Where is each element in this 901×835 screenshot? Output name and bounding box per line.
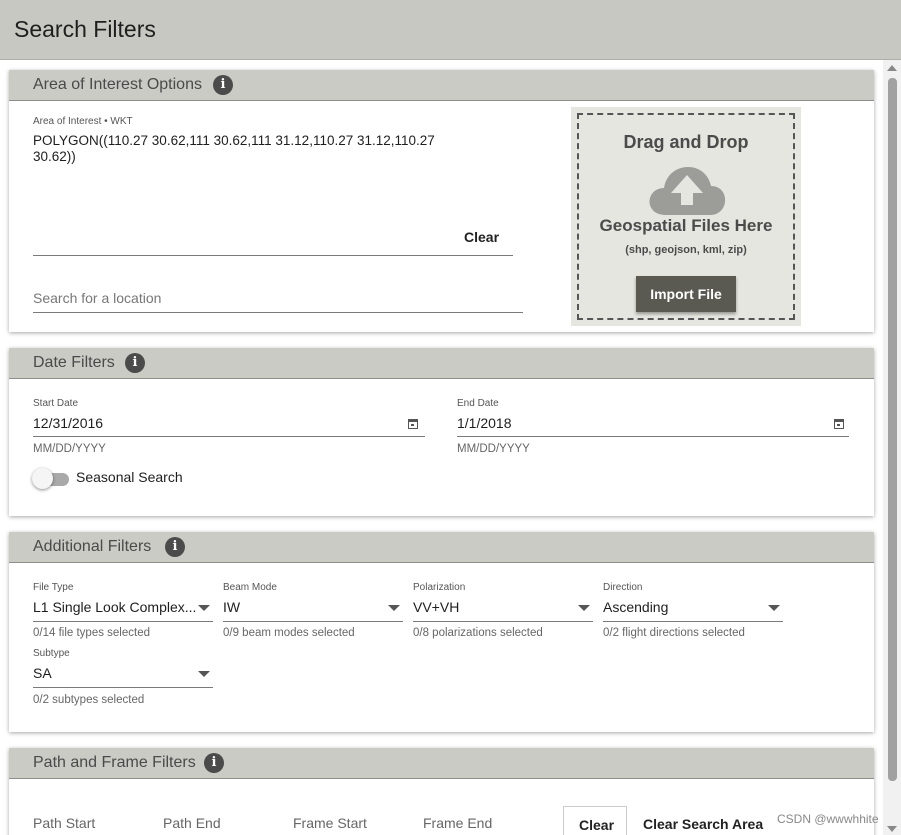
beam-mode-label: Beam Mode <box>223 582 277 593</box>
seasonal-search-label: Seasonal Search <box>76 469 183 485</box>
file-type-hint: 0/14 file types selected <box>33 627 150 639</box>
path-end-input[interactable]: Path End <box>163 815 221 831</box>
frame-end-input[interactable]: Frame End <box>423 815 492 831</box>
aoi-card: Area of Interest Options i Area of Inter… <box>9 70 874 332</box>
path-frame-title: Path and Frame Filters <box>33 754 196 771</box>
chevron-down-icon[interactable] <box>198 605 210 611</box>
polarization-underline <box>413 621 593 622</box>
cloud-upload-icon <box>649 167 726 215</box>
info-icon[interactable]: i <box>204 753 224 773</box>
dropzone-border: Drag and Drop Geospatial Files Here (shp… <box>577 113 795 320</box>
beam-mode-select[interactable]: IW <box>223 599 240 615</box>
additional-card-header: Additional Filters i <box>9 532 874 563</box>
subtype-underline <box>33 687 213 688</box>
direction-hint: 0/2 flight directions selected <box>603 627 745 639</box>
calendar-icon[interactable] <box>834 419 844 429</box>
start-date-input[interactable]: 12/31/2016 <box>33 415 103 431</box>
dropzone-title: Drag and Drop <box>623 132 749 152</box>
start-date-underline <box>33 436 425 437</box>
polarization-hint: 0/8 polarizations selected <box>413 627 543 639</box>
date-filters-card: Date Filters i Start Date 12/31/2016 MM/… <box>9 348 874 516</box>
clear-path-label: Clear <box>579 817 615 833</box>
frame-start-input[interactable]: Frame Start <box>293 815 367 831</box>
scrollbar-thumb[interactable] <box>888 78 897 781</box>
clear-path-button[interactable]: Clear <box>563 806 627 835</box>
page-title: Search Filters <box>14 16 156 42</box>
app-header: Search Filters <box>0 0 901 60</box>
aoi-title: Area of Interest Options <box>33 76 202 93</box>
polarization-select[interactable]: VV+VH <box>413 599 459 615</box>
aoi-card-header: Area of Interest Options i <box>9 70 874 101</box>
additional-filters-card: Additional Filters i File Type L1 Single… <box>9 532 874 732</box>
chevron-down-icon[interactable] <box>768 605 780 611</box>
chevron-down-icon[interactable] <box>388 605 400 611</box>
additional-filters-title: Additional Filters <box>33 538 152 555</box>
direction-underline <box>603 621 783 622</box>
subtype-label: Subtype <box>33 648 70 659</box>
wkt-label: Area of Interest • WKT <box>33 116 133 127</box>
info-icon[interactable]: i <box>165 537 185 557</box>
dropzone-formats: (shp, geojson, kml, zip) <box>625 244 747 256</box>
date-card-header: Date Filters i <box>9 348 874 379</box>
vertical-scrollbar[interactable] <box>883 60 901 835</box>
beam-mode-underline <box>223 621 403 622</box>
file-type-underline <box>33 621 213 622</box>
clear-search-area-button[interactable]: Clear Search Area <box>643 816 763 832</box>
start-date-hint: MM/DD/YYYY <box>33 443 106 455</box>
watermark: CSDN @wwwhhite <box>777 812 879 826</box>
start-date-label: Start Date <box>33 398 79 409</box>
location-underline <box>33 312 523 313</box>
chevron-down-icon[interactable] <box>198 671 210 677</box>
end-date-hint: MM/DD/YYYY <box>457 443 530 455</box>
file-dropzone[interactable]: Drag and Drop Geospatial Files Here (shp… <box>571 107 801 326</box>
clear-wkt-button[interactable]: Clear <box>464 229 499 245</box>
location-search-input[interactable]: Search for a location <box>33 290 161 306</box>
wkt-underline <box>33 255 513 256</box>
end-date-underline <box>457 436 849 437</box>
path-start-input[interactable]: Path Start <box>33 815 95 831</box>
end-date-label: End Date <box>457 398 499 409</box>
direction-label: Direction <box>603 582 643 593</box>
end-date-input[interactable]: 1/1/2018 <box>457 415 512 431</box>
file-type-select[interactable]: L1 Single Look Complex... <box>33 599 196 615</box>
seasonal-toggle-thumb[interactable] <box>32 468 53 489</box>
file-type-label: File Type <box>33 582 74 593</box>
filters-scroll-area[interactable]: Area of Interest Options i Area of Inter… <box>0 60 883 835</box>
subtype-select[interactable]: SA <box>33 665 52 681</box>
info-icon[interactable]: i <box>213 75 233 95</box>
scroll-down-arrow-icon[interactable] <box>887 826 897 832</box>
beam-mode-hint: 0/9 beam modes selected <box>223 627 355 639</box>
calendar-icon[interactable] <box>408 419 418 429</box>
scroll-up-arrow-icon[interactable] <box>887 65 897 71</box>
info-icon[interactable]: i <box>125 353 145 373</box>
dropzone-subtitle: Geospatial Files Here <box>599 216 773 235</box>
chevron-down-icon[interactable] <box>578 605 590 611</box>
subtype-hint: 0/2 subtypes selected <box>33 694 145 706</box>
path-frame-card-header: Path and Frame Filters i <box>9 748 874 779</box>
date-filters-title: Date Filters <box>33 354 115 371</box>
polarization-label: Polarization <box>413 582 466 593</box>
import-file-button[interactable]: Import File <box>636 276 736 312</box>
path-frame-card: Path and Frame Filters i Path Start Path… <box>9 748 874 835</box>
direction-select[interactable]: Ascending <box>603 599 668 615</box>
wkt-textarea[interactable]: POLYGON((110.27 30.62,111 30.62,111 31.1… <box>33 133 463 165</box>
